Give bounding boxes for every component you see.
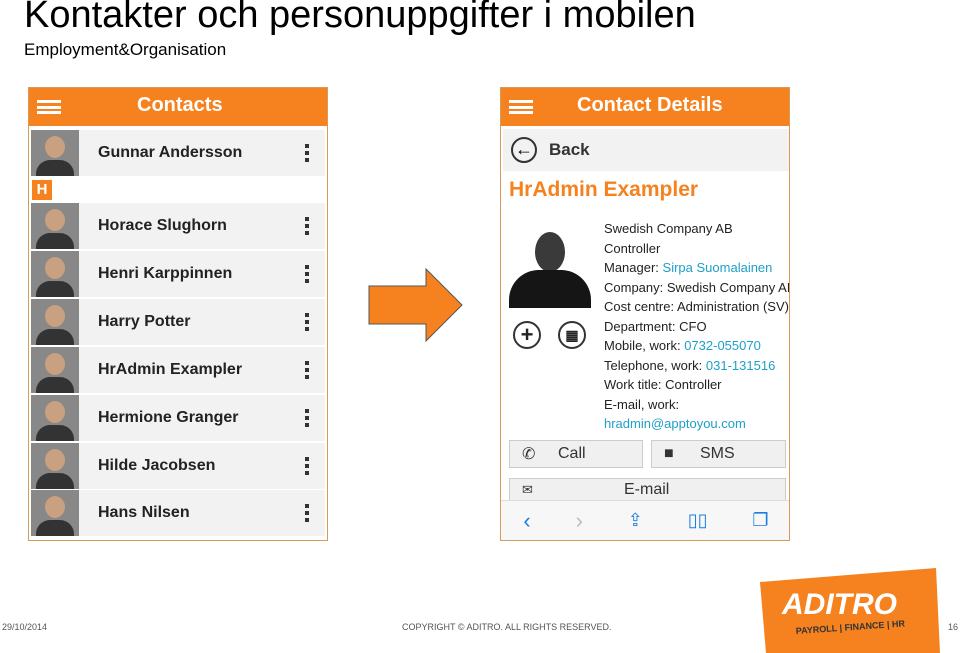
info-line: Manager: Sirpa Suomalainen <box>604 258 789 278</box>
info-value[interactable]: 0732-055070 <box>684 338 761 353</box>
info-label: Work title: Controller <box>604 377 722 392</box>
info-line: Mobile, work: 0732-055070 <box>604 336 789 356</box>
info-line: Department: CFO <box>604 317 789 337</box>
contact-details-screen: Contact Details ← Back HrAdmin Exampler … <box>500 87 790 541</box>
info-value[interactable]: hradmin@apptoyou.com <box>604 416 746 431</box>
contact-name: Harry Potter <box>98 313 191 330</box>
avatar <box>31 130 79 176</box>
contact-row[interactable]: Gunnar Andersson <box>31 130 325 176</box>
forward-nav-icon[interactable]: › <box>576 508 583 534</box>
share-icon[interactable]: ⇪ <box>628 510 643 531</box>
details-title: Contact Details <box>577 94 723 116</box>
more-options-icon[interactable] <box>305 217 309 235</box>
back-button[interactable]: ← Back <box>503 129 789 171</box>
email-label: E-mail <box>624 481 670 498</box>
avatar <box>31 203 79 249</box>
contact-row[interactable]: Hilde Jacobsen <box>31 443 325 489</box>
contacts-screen: Contacts H Gunnar Andersson Horace Slugho… <box>28 87 328 541</box>
arrow-right-icon <box>368 268 463 342</box>
avatar <box>31 347 79 393</box>
contact-photo <box>509 226 591 308</box>
slide-title: Kontakter och personuppgifter i mobilen <box>24 0 696 36</box>
contact-name: Hans Nilsen <box>98 504 190 521</box>
slide-date: 29/10/2014 <box>2 622 48 632</box>
contact-name: Gunnar Andersson <box>98 144 243 161</box>
info-label: E-mail, work: <box>604 396 680 412</box>
info-label: Department: CFO <box>604 318 707 334</box>
add-contact-icon[interactable]: + <box>513 321 541 349</box>
chat-icon: ■ <box>664 445 674 462</box>
contact-row[interactable]: Harry Potter <box>31 299 325 345</box>
info-label: Telephone, work: <box>604 357 706 373</box>
more-options-icon[interactable] <box>305 313 309 331</box>
info-line: E-mail, work: <box>604 395 789 415</box>
contact-name: HrAdmin Exampler <box>509 178 699 201</box>
slide-subtitle: Employment&Organisation <box>24 40 227 59</box>
info-line: hradmin@apptoyou.com <box>604 414 789 434</box>
info-value[interactable]: 031-131516 <box>706 358 775 373</box>
more-options-icon[interactable] <box>305 361 309 379</box>
contact-name: Hermione Granger <box>98 409 239 426</box>
info-label: Manager: <box>604 260 663 275</box>
menu-icon[interactable] <box>37 100 61 114</box>
info-label: Controller <box>604 240 661 256</box>
back-nav-icon[interactable]: ‹ <box>523 508 530 534</box>
contact-row[interactable]: HrAdmin Exampler <box>31 347 325 393</box>
info-line: Telephone, work: 031-131516 <box>604 356 789 376</box>
more-options-icon[interactable] <box>305 265 309 283</box>
call-button[interactable]: ✆ Call <box>509 440 643 468</box>
contact-name: Henri Karppinnen <box>98 265 233 282</box>
info-label: Mobile, work: <box>604 338 685 353</box>
svg-text:ADITRO: ADITRO <box>781 588 897 621</box>
more-options-icon[interactable] <box>305 504 309 522</box>
contact-row[interactable]: Hermione Granger <box>31 395 325 441</box>
calendar-icon[interactable]: ▦ <box>558 321 586 349</box>
tabs-icon[interactable]: ❐ <box>752 510 768 531</box>
info-line: Company: Swedish Company AB <box>604 278 790 298</box>
phone-icon: ✆ <box>522 446 536 463</box>
more-options-icon[interactable] <box>305 409 309 427</box>
avatar <box>31 490 79 536</box>
info-label: Company: Swedish Company AB <box>604 279 790 295</box>
more-options-icon[interactable] <box>305 457 309 475</box>
details-header: Contact Details <box>501 88 789 126</box>
email-button[interactable]: ✉ E-mail <box>509 478 786 502</box>
contacts-header: Contacts <box>29 88 327 126</box>
bookmarks-icon[interactable]: ▯▯ <box>688 510 708 531</box>
back-label: Back <box>549 140 590 159</box>
avatar <box>31 443 79 489</box>
aditro-logo: ADITRO PAYROLL | FINANCE | HR <box>760 568 940 653</box>
back-arrow-icon: ← <box>511 137 537 163</box>
avatar <box>31 251 79 297</box>
contact-name: Hilde Jacobsen <box>98 457 216 474</box>
contact-row[interactable]: Hans Nilsen <box>31 490 325 536</box>
contact-info: Swedish Company AB Controller Manager: Sir… <box>604 219 790 434</box>
menu-icon[interactable] <box>509 100 533 114</box>
info-label: Cost centre: Administration (SV) <box>604 299 789 314</box>
sms-button[interactable]: ■ SMS <box>651 440 786 468</box>
info-value[interactable]: Sirpa Suomalainen <box>663 260 773 275</box>
browser-toolbar: ‹ › ⇪ ▯▯ ❐ <box>501 500 789 540</box>
section-letter: H <box>32 180 52 200</box>
copyright: COPYRIGHT © ADITRO. ALL RIGHTS RESERVED. <box>402 622 612 632</box>
envelope-icon: ✉ <box>522 482 533 497</box>
info-line: Cost centre: Administration (SV) <box>604 297 789 317</box>
info-line: Controller <box>604 239 789 259</box>
more-options-icon[interactable] <box>305 144 309 162</box>
contact-name: Horace Slughorn <box>98 217 227 234</box>
sms-label: SMS <box>700 445 735 462</box>
call-label: Call <box>558 445 586 462</box>
avatar <box>31 299 79 345</box>
info-line: Work title: Controller <box>604 375 789 395</box>
page-number: 16 <box>948 622 959 632</box>
contacts-title: Contacts <box>137 94 223 116</box>
info-line: Swedish Company AB <box>604 219 789 239</box>
contact-row[interactable]: Horace Slughorn <box>31 203 325 249</box>
info-label: Swedish Company AB <box>604 221 733 236</box>
contact-row[interactable]: Henri Karppinnen <box>31 251 325 297</box>
contact-name: HrAdmin Exampler <box>98 361 243 378</box>
avatar <box>31 395 79 441</box>
